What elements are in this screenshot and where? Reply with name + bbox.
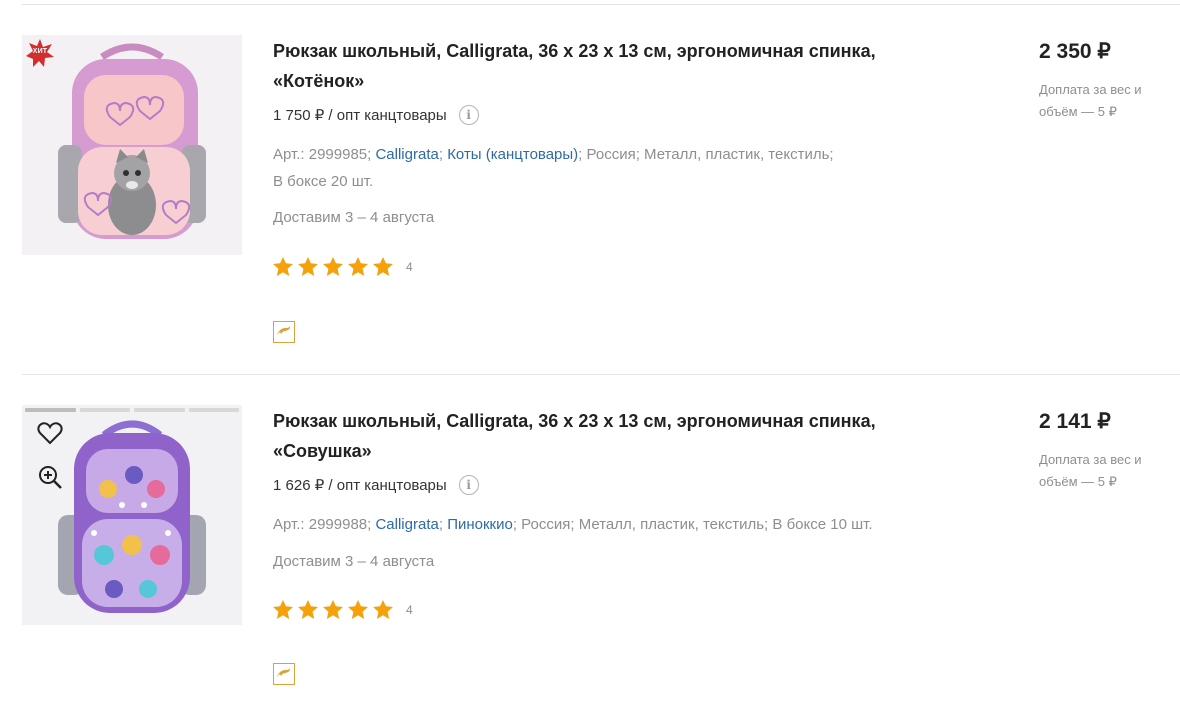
product-price: 2 141 ₽ [1039,410,1111,433]
product-meta: Арт.: 2999988; Calligrata; Пиноккио; Рос… [273,511,913,538]
product-divider [22,374,1180,375]
rating-count: 4 [406,259,413,274]
article-number: Арт.: 2999985; [273,146,372,163]
category-link[interactable]: Пиноккио [447,516,513,533]
carousel-dot[interactable] [79,408,130,412]
weight-surcharge-note: Доплата за вес и объём — 5 ₽ [1039,452,1142,489]
dolphin-badge[interactable] [273,321,295,343]
product-image[interactable] [22,405,242,625]
product-title[interactable]: Рюкзак школьный, Calligrata, 36 х 23 х 1… [273,406,913,466]
material: Металл, пластик, текстиль; [578,516,769,533]
product-image[interactable]: ХИТ [22,35,242,255]
dolphin-badge[interactable] [273,663,295,685]
heart-icon [37,422,63,445]
category-link[interactable]: Коты (канцтовары) [447,146,578,163]
star-icon [373,600,393,619]
product-card: ХИТ Рюкзак школьный, Calligrata, 36 х 23… [22,35,1180,355]
box-quantity: В боксе 20 шт. [273,173,374,190]
product-card: Рюкзак школьный, Calligrata, 36 х 23 х 1… [22,405,1180,725]
separator: ; [438,516,448,533]
star-icon [298,257,318,276]
wholesale-price: 1 750 ₽ / опт канцтовары i [273,105,479,125]
carousel-dot[interactable] [134,408,185,412]
delivery-date: Доставим 3 – 4 августа [273,553,435,570]
info-icon[interactable]: i [458,105,479,125]
separator: ; [578,146,587,163]
dolphin-icon [277,668,290,677]
wholesale-price-text: 1 626 ₽ / опт канцтовары [273,477,447,494]
product-meta: Арт.: 2999985; Calligrata; Коты (канцтов… [273,141,913,195]
hit-badge: ХИТ [26,39,54,67]
backpack-kitten-image [22,35,242,255]
separator: ; [512,516,522,533]
star-icon [348,600,368,619]
weight-surcharge-note: Доплата за вес и объём — 5 ₽ [1039,82,1142,119]
image-carousel-dots [25,408,239,412]
box-quantity: В боксе 10 шт. [772,516,873,533]
article-number: Арт.: 2999988; [273,516,372,533]
delivery-date: Доставим 3 – 4 августа [273,209,435,226]
brand-link[interactable]: Calligrata [375,516,438,533]
zoom-button[interactable] [36,463,64,491]
hit-badge-label: ХИТ [32,48,48,55]
favorite-button[interactable] [36,419,64,447]
wholesale-price-text: 1 750 ₽ / опт канцтовары [273,107,447,124]
dolphin-icon [277,326,290,335]
product-price: 2 350 ₽ [1039,40,1111,63]
carousel-dot[interactable] [25,408,76,412]
country: Россия; [586,146,640,163]
country: Россия; [521,516,575,533]
star-icon [323,257,343,276]
star-icon [273,600,293,619]
star-icon [373,257,393,276]
brand-link[interactable]: Calligrata [375,146,438,163]
star-icon [348,257,368,276]
carousel-dot[interactable] [188,408,239,412]
wholesale-price: 1 626 ₽ / опт канцтовары i [273,475,479,495]
rating-stars: 4 [273,600,413,619]
material: Металл, пластик, текстиль; [644,146,834,163]
rating-count: 4 [406,602,413,617]
product-title[interactable]: Рюкзак школьный, Calligrata, 36 х 23 х 1… [273,36,913,96]
top-divider [22,4,1180,5]
rating-stars: 4 [273,257,413,276]
star-icon [323,600,343,619]
info-icon[interactable]: i [458,475,479,495]
zoom-in-icon [39,466,62,489]
separator: ; [438,146,448,163]
star-icon [273,257,293,276]
star-icon [298,600,318,619]
